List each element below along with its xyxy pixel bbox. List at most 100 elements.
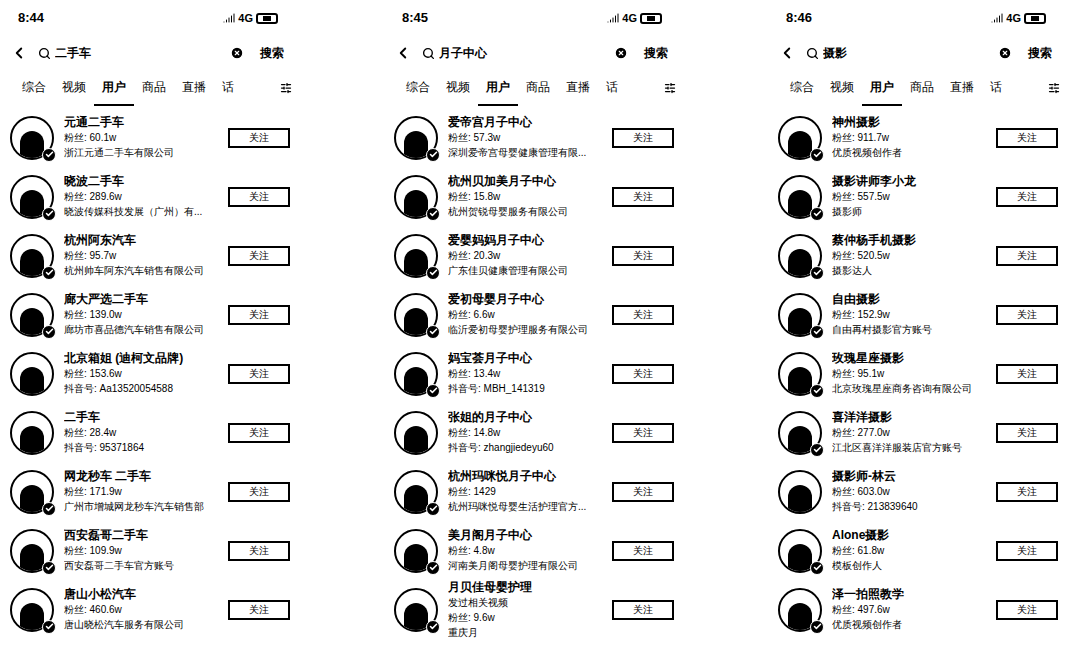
- avatar[interactable]: [394, 116, 438, 160]
- follow-button[interactable]: 关注: [612, 423, 674, 443]
- search-button[interactable]: 搜索: [254, 44, 290, 62]
- follow-button[interactable]: 关注: [996, 128, 1058, 148]
- avatar[interactable]: [778, 234, 822, 278]
- user-row[interactable]: 张姐的月子中心粉丝: 14.8w抖音号: zhangjiedeyu60关注: [384, 403, 680, 462]
- follow-button[interactable]: 关注: [612, 305, 674, 325]
- tab[interactable]: 综合: [398, 70, 438, 106]
- back-icon[interactable]: [10, 44, 28, 62]
- user-row[interactable]: Alone摄影粉丝: 61.8w模板创作人关注: [768, 521, 1064, 580]
- user-row[interactable]: 元通二手车粉丝: 60.1w浙江元通二手车有限公司关注: [0, 108, 296, 167]
- avatar[interactable]: [778, 470, 822, 514]
- user-row[interactable]: 爱婴妈妈月子中心粉丝: 20.3w广东佳贝健康管理有限公司关注: [384, 226, 680, 285]
- avatar[interactable]: [10, 116, 54, 160]
- avatar[interactable]: [778, 588, 822, 632]
- user-row[interactable]: 廊大严选二手车粉丝: 139.0w廊坊市喜品德汽车销售有限公司关注: [0, 285, 296, 344]
- tab[interactable]: 商品: [902, 70, 942, 106]
- avatar[interactable]: [10, 588, 54, 632]
- user-row[interactable]: 美月阁月子中心粉丝: 4.8w河南美月阁母婴护理有限公司关注: [384, 521, 680, 580]
- tab[interactable]: 综合: [782, 70, 822, 106]
- follow-button[interactable]: 关注: [228, 364, 290, 384]
- avatar[interactable]: [778, 352, 822, 396]
- follow-button[interactable]: 关注: [996, 187, 1058, 207]
- avatar[interactable]: [394, 175, 438, 219]
- user-row[interactable]: 二手车粉丝: 28.4w抖音号: 95371864关注: [0, 403, 296, 462]
- user-row[interactable]: 泽一拍照教学粉丝: 497.6w优质视频创作者关注: [768, 580, 1064, 639]
- follow-button[interactable]: 关注: [612, 364, 674, 384]
- user-row[interactable]: 爱帝宫月子中心粉丝: 57.3w深圳爱帝宫母婴健康管理有限...关注: [384, 108, 680, 167]
- tab[interactable]: 话: [214, 70, 242, 106]
- avatar[interactable]: [10, 411, 54, 455]
- user-row[interactable]: 妈宝荟月子中心粉丝: 13.4w抖音号: MBH_141319关注: [384, 344, 680, 403]
- tab[interactable]: 直播: [942, 70, 982, 106]
- follow-button[interactable]: 关注: [996, 246, 1058, 266]
- user-row[interactable]: 玫瑰星座摄影粉丝: 95.1w北京玫瑰星座商务咨询有限公司关注: [768, 344, 1064, 403]
- follow-button[interactable]: 关注: [228, 246, 290, 266]
- follow-button[interactable]: 关注: [612, 187, 674, 207]
- user-row[interactable]: 神州摄影粉丝: 911.7w优质视频创作者关注: [768, 108, 1064, 167]
- back-icon[interactable]: [394, 44, 412, 62]
- clear-icon[interactable]: [998, 46, 1012, 60]
- avatar[interactable]: [394, 352, 438, 396]
- user-row[interactable]: 摄影师-林云粉丝: 603.0w抖音号: 213839640关注: [768, 462, 1064, 521]
- follow-button[interactable]: 关注: [228, 423, 290, 443]
- tab[interactable]: 商品: [518, 70, 558, 106]
- follow-button[interactable]: 关注: [612, 541, 674, 561]
- follow-button[interactable]: 关注: [228, 187, 290, 207]
- tab[interactable]: 直播: [558, 70, 598, 106]
- avatar[interactable]: [10, 470, 54, 514]
- user-row[interactable]: 北京箱姐 (迪柯文品牌)粉丝: 153.6w抖音号: Aa13520054588…: [0, 344, 296, 403]
- search-field[interactable]: 摄影: [802, 40, 1016, 66]
- tab[interactable]: 直播: [174, 70, 214, 106]
- avatar[interactable]: [394, 293, 438, 337]
- back-icon[interactable]: [778, 44, 796, 62]
- tab[interactable]: 话: [982, 70, 1010, 106]
- user-row[interactable]: 喜洋洋摄影粉丝: 277.0w江北区喜洋洋服装店官方账号关注: [768, 403, 1064, 462]
- avatar[interactable]: [394, 234, 438, 278]
- follow-button[interactable]: 关注: [996, 600, 1058, 620]
- clear-icon[interactable]: [230, 46, 244, 60]
- user-row[interactable]: 唐山小松汽车粉丝: 460.6w唐山晓松汽车服务有限公司关注: [0, 580, 296, 639]
- follow-button[interactable]: 关注: [228, 305, 290, 325]
- tab[interactable]: 综合: [14, 70, 54, 106]
- user-row[interactable]: 杭州阿东汽车粉丝: 95.7w杭州帅车阿东汽车销售有限公司关注: [0, 226, 296, 285]
- user-row[interactable]: 爱初母婴月子中心粉丝: 6.6w临沂爱初母婴护理服务有限公司关注: [384, 285, 680, 344]
- avatar[interactable]: [10, 234, 54, 278]
- avatar[interactable]: [394, 470, 438, 514]
- tab[interactable]: 话: [598, 70, 626, 106]
- search-field[interactable]: 二手车: [34, 40, 248, 66]
- follow-button[interactable]: 关注: [612, 246, 674, 266]
- follow-button[interactable]: 关注: [612, 600, 674, 620]
- follow-button[interactable]: 关注: [612, 128, 674, 148]
- follow-button[interactable]: 关注: [996, 482, 1058, 502]
- filter-icon[interactable]: [280, 82, 292, 94]
- tab[interactable]: 用户: [478, 70, 518, 106]
- avatar[interactable]: [10, 352, 54, 396]
- search-field[interactable]: 月子中心: [418, 40, 632, 66]
- tab[interactable]: 视频: [822, 70, 862, 106]
- avatar[interactable]: [10, 293, 54, 337]
- user-row[interactable]: 自由摄影粉丝: 152.9w自由再村摄影官方账号关注: [768, 285, 1064, 344]
- follow-button[interactable]: 关注: [996, 541, 1058, 561]
- tab[interactable]: 商品: [134, 70, 174, 106]
- follow-button[interactable]: 关注: [228, 600, 290, 620]
- avatar[interactable]: [394, 411, 438, 455]
- avatar[interactable]: [10, 529, 54, 573]
- user-row[interactable]: 网龙秒车 二手车粉丝: 171.9w广州市增城网龙秒车汽车销售部关注: [0, 462, 296, 521]
- follow-button[interactable]: 关注: [996, 364, 1058, 384]
- avatar[interactable]: [778, 411, 822, 455]
- follow-button[interactable]: 关注: [228, 482, 290, 502]
- filter-icon[interactable]: [1048, 82, 1060, 94]
- clear-icon[interactable]: [614, 46, 628, 60]
- search-button[interactable]: 搜索: [638, 44, 674, 62]
- tab[interactable]: 用户: [94, 70, 134, 106]
- user-row[interactable]: 西安磊哥二手车粉丝: 109.9w西安磊哥二手车官方账号关注: [0, 521, 296, 580]
- user-row[interactable]: 月贝佳母婴护理发过相关视频粉丝: 9.6w重庆月关注: [384, 580, 680, 639]
- user-row[interactable]: 蔡仲杨手机摄影粉丝: 520.5w摄影达人关注: [768, 226, 1064, 285]
- search-button[interactable]: 搜索: [1022, 44, 1058, 62]
- follow-button[interactable]: 关注: [228, 128, 290, 148]
- avatar[interactable]: [778, 529, 822, 573]
- avatar[interactable]: [778, 116, 822, 160]
- avatar[interactable]: [778, 175, 822, 219]
- avatar[interactable]: [394, 588, 438, 632]
- user-row[interactable]: 杭州贝加美月子中心粉丝: 15.8w杭州贺锐母婴服务有限公司关注: [384, 167, 680, 226]
